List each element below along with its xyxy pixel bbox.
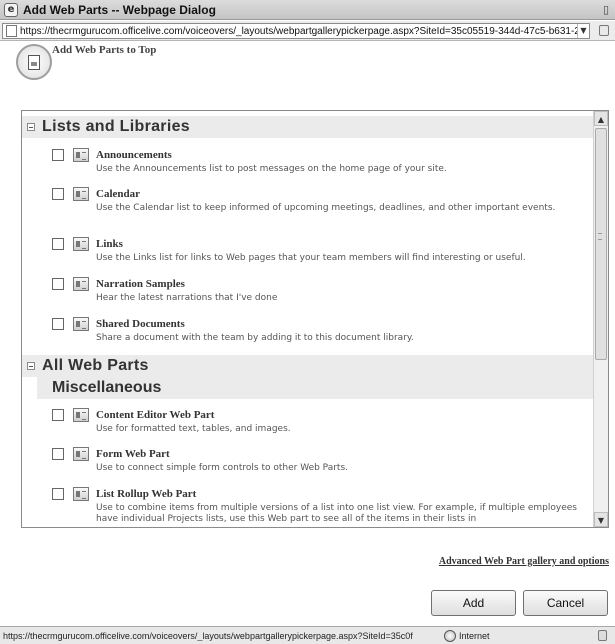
section-title: All Web Parts <box>42 357 149 374</box>
item-description: Use for formatted text, tables, and imag… <box>96 424 291 434</box>
item-name: Form Web Part <box>96 448 170 460</box>
web-part-page-icon <box>16 44 52 80</box>
security-zone: Internet <box>459 630 490 641</box>
announcements-icon <box>73 148 89 162</box>
item-description: Use to connect simple form controls to o… <box>96 463 348 473</box>
globe-icon <box>444 629 456 642</box>
collapse-icon[interactable] <box>27 362 35 370</box>
address-field[interactable]: https://thecrmgurucom.officelive.com/voi… <box>2 23 590 39</box>
page-title: Add Web Parts to Top <box>52 44 157 56</box>
add-button[interactable]: Add <box>431 590 516 616</box>
item-description: Use the Announcements list to post messa… <box>96 164 447 174</box>
advanced-gallery-link[interactable]: Advanced Web Part gallery and options <box>439 556 609 567</box>
item-description: Use the Links list for links to Web page… <box>96 253 526 263</box>
page-icon <box>6 25 17 37</box>
section-all-web-parts: All Web Parts <box>22 355 594 377</box>
address-url: https://thecrmgurucom.officelive.com/voi… <box>20 25 577 37</box>
dialog-title-bar: e Add Web Parts -- Webpage Dialog ▯ <box>0 0 615 20</box>
content-editor-icon <box>73 408 89 422</box>
dialog-title: Add Web Parts -- Webpage Dialog <box>23 2 216 17</box>
content-editor-checkbox[interactable] <box>52 409 64 421</box>
address-dropdown-button[interactable]: ▼ <box>577 24 589 38</box>
links-checkbox[interactable] <box>52 238 64 250</box>
security-lock-icon[interactable] <box>599 25 609 36</box>
document-library-icon <box>73 277 89 291</box>
scroll-up-arrow-icon[interactable]: ▲ <box>594 111 608 126</box>
shared-documents-checkbox[interactable] <box>52 318 64 330</box>
section-lists-and-libraries: Lists and Libraries <box>22 116 594 138</box>
item-description: Hear the latest narrations that I've don… <box>96 293 278 303</box>
form-icon <box>73 447 89 461</box>
address-bar: https://thecrmgurucom.officelive.com/voi… <box>0 21 615 41</box>
list-rollup-icon <box>73 487 89 501</box>
scrollbar-thumb[interactable] <box>595 128 607 360</box>
section-title: Lists and Libraries <box>42 118 190 135</box>
list-rollup-checkbox[interactable] <box>52 488 64 500</box>
scrollbar-grip-icon <box>598 233 602 240</box>
document-library-icon <box>73 317 89 331</box>
status-url: https://thecrmgurucom.officelive.com/voi… <box>3 630 413 641</box>
subsection-miscellaneous: Miscellaneous <box>37 377 594 399</box>
item-name: List Rollup Web Part <box>96 488 197 500</box>
calendar-icon <box>73 187 89 201</box>
status-lock-icon <box>598 630 607 641</box>
announcements-checkbox[interactable] <box>52 149 64 161</box>
item-description: Use the Calendar list to keep informed o… <box>96 203 556 213</box>
subsection-title: Miscellaneous <box>52 379 162 396</box>
cancel-button[interactable]: Cancel <box>523 590 608 616</box>
item-name: Calendar <box>96 188 140 200</box>
gallery-list: Lists and Libraries Announcements Use th… <box>22 111 594 527</box>
form-web-part-checkbox[interactable] <box>52 448 64 460</box>
item-name: Content Editor Web Part <box>96 409 215 421</box>
item-name: Narration Samples <box>96 278 185 290</box>
status-bar: https://thecrmgurucom.officelive.com/voi… <box>0 626 615 644</box>
item-description: Share a document with the team by adding… <box>96 333 414 343</box>
calendar-checkbox[interactable] <box>52 188 64 200</box>
web-part-gallery-panel: Lists and Libraries Announcements Use th… <box>21 110 609 528</box>
narration-samples-checkbox[interactable] <box>52 278 64 290</box>
links-icon <box>73 237 89 251</box>
vertical-scrollbar[interactable]: ▲ ▼ <box>593 111 608 527</box>
item-name: Shared Documents <box>96 318 185 330</box>
scroll-down-arrow-icon[interactable]: ▼ <box>594 512 608 527</box>
internet-explorer-icon: e <box>4 2 18 17</box>
item-description: Use to combine items from multiple versi… <box>96 503 577 524</box>
item-name: Announcements <box>96 149 172 161</box>
item-name: Links <box>96 238 123 250</box>
collapse-icon[interactable] <box>27 123 35 131</box>
close-icon[interactable]: ▯ <box>603 3 613 17</box>
